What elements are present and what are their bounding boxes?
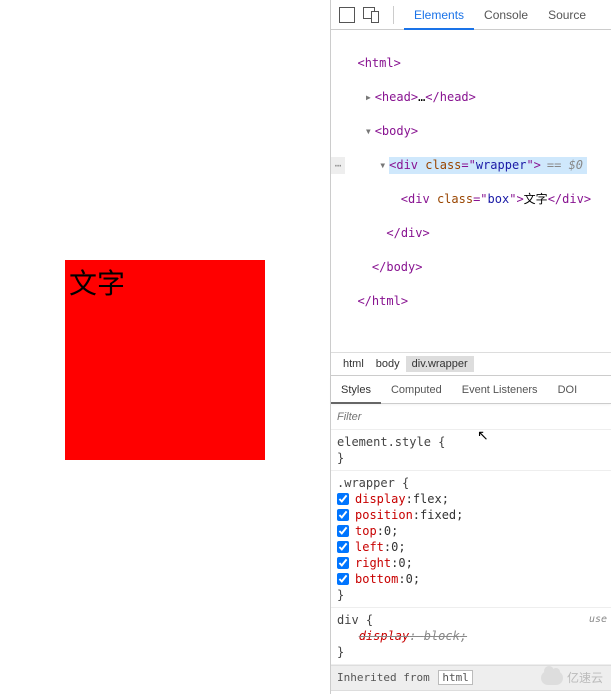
close-brace: } xyxy=(337,587,605,603)
breadcrumb: html body div.wrapper xyxy=(331,352,611,376)
cloud-icon xyxy=(541,671,563,685)
rule-wrapper[interactable]: .wrapper { display: flex; position: fixe… xyxy=(331,471,611,608)
dom-node-body[interactable]: ▾<body> xyxy=(343,123,607,140)
devtools-panel: Elements Console Source <html> ▸<head>…<… xyxy=(330,0,611,694)
rule-origin: use xyxy=(589,612,607,628)
devtools-toolbar: Elements Console Source xyxy=(331,0,611,30)
prop-display[interactable]: display: flex; xyxy=(337,491,605,507)
close-brace: } xyxy=(337,644,605,660)
prop-bottom[interactable]: bottom: 0; xyxy=(337,571,605,587)
rule-element-style[interactable]: element.style { } xyxy=(331,430,611,471)
dom-node-html[interactable]: <html> xyxy=(343,55,607,72)
breadcrumb-wrapper[interactable]: div.wrapper xyxy=(406,356,474,372)
tab-sources[interactable]: Source xyxy=(538,0,596,30)
inspect-icon[interactable] xyxy=(339,7,355,23)
dom-node-html-close[interactable]: </html> xyxy=(343,293,607,310)
breadcrumb-body[interactable]: body xyxy=(370,356,406,372)
prop-toggle-checkbox[interactable] xyxy=(337,509,349,521)
wrapper-box: 文字 xyxy=(65,260,265,460)
prop-toggle-checkbox[interactable] xyxy=(337,557,349,569)
device-toggle-icon[interactable] xyxy=(363,7,379,23)
dom-node-head[interactable]: ▸<head>…</head> xyxy=(343,89,607,106)
styles-tab-dom[interactable]: DOI xyxy=(548,376,588,404)
toolbar-separator xyxy=(393,6,394,24)
prop-display-override[interactable]: display: block; xyxy=(337,628,605,644)
styles-tab-listeners[interactable]: Event Listeners xyxy=(452,376,548,404)
selector: element.style { xyxy=(337,434,605,450)
dom-node-wrapper-close[interactable]: </div> xyxy=(343,225,607,242)
dom-tree[interactable]: <html> ▸<head>…</head> ▾<body> ⋯ ▾<div c… xyxy=(331,30,611,352)
prop-toggle-checkbox[interactable] xyxy=(337,493,349,505)
box-text: 文字 xyxy=(65,260,265,304)
styles-tab-styles[interactable]: Styles xyxy=(331,376,381,404)
dom-node-wrapper[interactable]: ⋯ ▾<div class="wrapper">== $0 xyxy=(343,157,607,174)
prop-toggle-checkbox[interactable] xyxy=(337,525,349,537)
watermark-text: 亿速云 xyxy=(567,669,603,686)
dom-node-box[interactable]: <div class="box">文字</div> xyxy=(343,191,607,208)
selector: div { xyxy=(337,612,605,628)
inherited-from-link[interactable]: html xyxy=(438,670,473,685)
styles-tab-computed[interactable]: Computed xyxy=(381,376,452,404)
styles-body: element.style { } .wrapper { display: fl… xyxy=(331,430,611,694)
prop-right[interactable]: right: 0; xyxy=(337,555,605,571)
selector: .wrapper { xyxy=(337,475,605,491)
prop-position[interactable]: position: fixed; xyxy=(337,507,605,523)
tab-elements[interactable]: Elements xyxy=(404,0,474,30)
page-viewport: 文字 xyxy=(0,0,330,694)
dom-node-body-close[interactable]: </body> xyxy=(343,259,607,276)
styles-filter-row xyxy=(331,404,611,430)
tab-console[interactable]: Console xyxy=(474,0,538,30)
watermark: 亿速云 xyxy=(541,669,603,686)
prop-top[interactable]: top: 0; xyxy=(337,523,605,539)
rule-div-ua[interactable]: use div { display: block; } xyxy=(331,608,611,665)
styles-tabs: Styles Computed Event Listeners DOI xyxy=(331,376,611,404)
breadcrumb-html[interactable]: html xyxy=(337,356,370,372)
prop-toggle-checkbox[interactable] xyxy=(337,573,349,585)
prop-toggle-checkbox[interactable] xyxy=(337,541,349,553)
styles-filter-input[interactable] xyxy=(331,407,611,427)
close-brace: } xyxy=(337,450,605,466)
prop-left[interactable]: left: 0; xyxy=(337,539,605,555)
